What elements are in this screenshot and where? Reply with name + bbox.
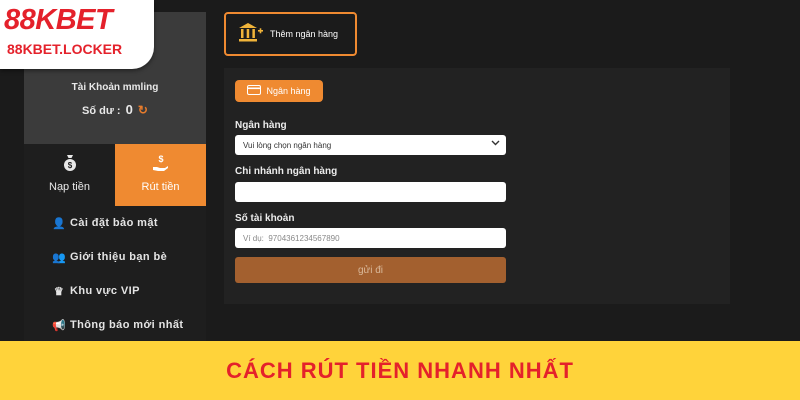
tab-deposit-label: Nạp tiền — [49, 181, 90, 193]
balance-label: Số dư : — [82, 105, 121, 117]
bank-select[interactable]: Vui lòng chọn ngân hàng — [235, 135, 506, 155]
card-icon — [247, 84, 262, 98]
tab-deposit[interactable]: $ Nạp tiền — [24, 144, 115, 206]
crown-icon: ♛ — [53, 285, 65, 298]
bank-tab-label: Ngân hàng — [266, 86, 311, 96]
logo-sub-text: 88KBET.LOCKER — [7, 41, 123, 57]
menu-item-label: Giới thiệu bạn bè — [70, 251, 168, 263]
refresh-icon[interactable]: ↻ — [138, 103, 148, 117]
tab-withdraw-label: Rút tiền — [141, 181, 180, 193]
transaction-tabs: $ Nạp tiền $ Rút tiền — [24, 144, 206, 206]
balance-value: 0 — [125, 102, 133, 117]
tab-withdraw[interactable]: $ Rút tiền — [115, 144, 206, 206]
menu-item-label: Thông báo mới nhất — [70, 319, 184, 331]
bank-plus-icon — [238, 21, 264, 48]
add-bank-button[interactable]: Thêm ngân hàng — [224, 12, 357, 56]
branch-field[interactable] — [243, 187, 506, 197]
megaphone-icon: 📢 — [52, 319, 67, 332]
account-input[interactable] — [235, 228, 506, 248]
users-icon: 👥 — [52, 251, 67, 264]
caption-banner: CÁCH RÚT TIỀN NHANH NHẤT — [0, 341, 800, 400]
add-bank-label: Thêm ngân hàng — [270, 29, 339, 39]
balance: Số dư : 0 ↻ — [24, 102, 206, 117]
user-lock-icon: 👤 — [52, 217, 67, 230]
account-number-field[interactable] — [243, 233, 506, 243]
submit-button[interactable]: gửi đi — [235, 257, 506, 283]
menu-item-referral[interactable]: 👥 Giới thiệu bạn bè — [24, 240, 206, 274]
username: Tài Khoản mmling — [71, 82, 159, 93]
menu-item-label: Cài đặt bảo mật — [70, 217, 158, 229]
account-label: Số tài khoản — [235, 213, 295, 224]
menu-item-label: Khu vực VIP — [70, 285, 140, 297]
hand-money-icon: $ — [115, 154, 206, 177]
sidebar-menu: 👤 Cài đặt bảo mật 👥 Giới thiệu bạn bè ♛ … — [24, 206, 206, 342]
svg-text:$: $ — [158, 154, 163, 164]
brand-logo: 88KBET 88KBET.LOCKER — [0, 0, 154, 69]
money-bag-icon: $ — [24, 154, 115, 177]
branch-input[interactable] — [235, 182, 506, 202]
logo-main-text: 88KBET — [4, 4, 113, 36]
banner-text: CÁCH RÚT TIỀN NHANH NHẤT — [226, 357, 574, 383]
bank-label: Ngân hàng — [235, 120, 287, 131]
svg-text:$: $ — [67, 161, 72, 170]
menu-item-security[interactable]: 👤 Cài đặt bảo mật — [24, 206, 206, 240]
bank-select-value: Vui lòng chọn ngân hàng — [243, 140, 332, 150]
bank-form-panel: Ngân hàng Ngân hàng Vui lòng chọn ngân h… — [224, 68, 730, 304]
branch-label: Chi nhánh ngân hàng — [235, 166, 338, 177]
bank-tab[interactable]: Ngân hàng — [235, 80, 323, 102]
menu-item-vip[interactable]: ♛ Khu vực VIP — [24, 274, 206, 308]
chevron-down-icon — [491, 138, 500, 149]
menu-item-notifications[interactable]: 📢 Thông báo mới nhất — [24, 308, 206, 342]
